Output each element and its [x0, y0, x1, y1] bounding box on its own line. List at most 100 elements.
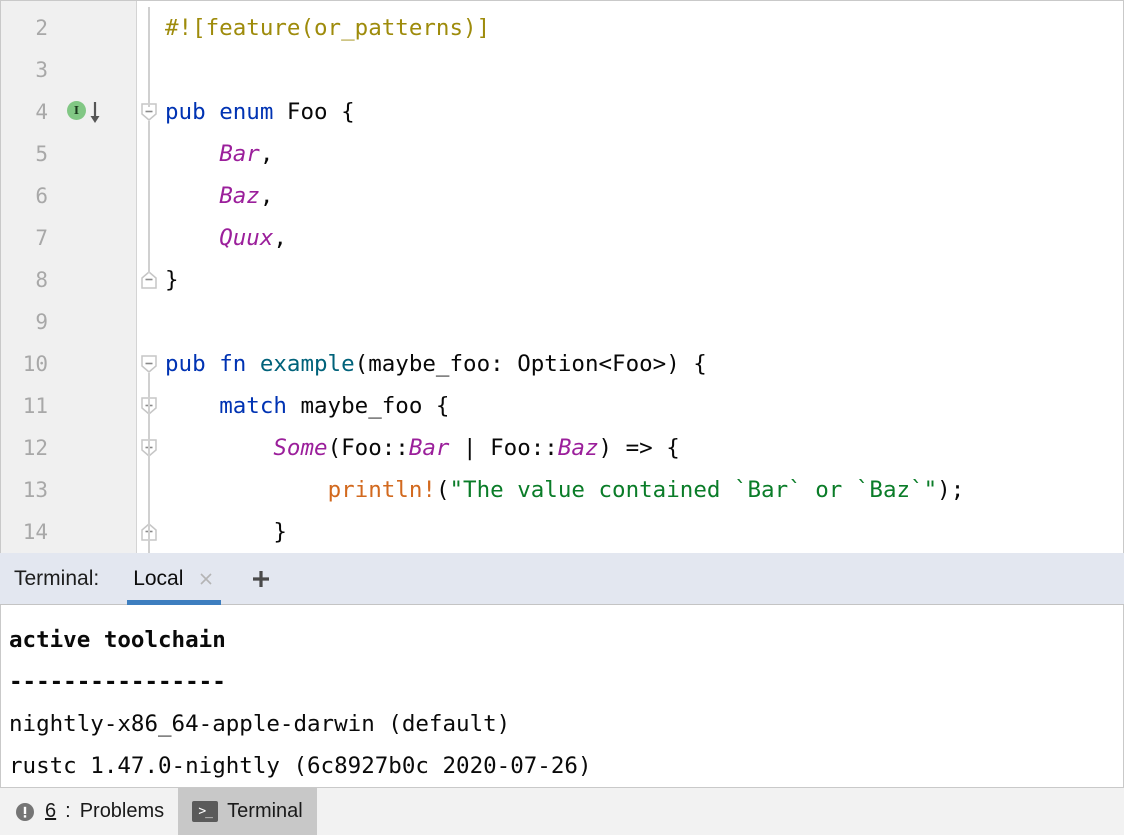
code-line[interactable]: match maybe_foo {: [161, 385, 1123, 427]
gutter-row[interactable]: 9: [1, 301, 136, 343]
ide-window: 2 3 4 I 5 6 7 8 9 10 11 12 13 14 #![feature(or_patter…: [0, 0, 1124, 835]
code-line[interactable]: }: [161, 511, 1123, 553]
terminal-output-line: ----------------: [9, 669, 226, 695]
fold-guide-line: [148, 7, 150, 107]
code-token-macro: println!: [327, 477, 436, 503]
code-line[interactable]: #![feature(or_patterns)]: [161, 7, 1123, 49]
terminal-output[interactable]: active toolchain ---------------- nightly-…: [0, 605, 1124, 787]
code-token-enumv: Bar: [219, 141, 260, 167]
gutter-row[interactable]: 14: [1, 511, 136, 553]
line-number: 13: [22, 478, 48, 502]
line-number: 12: [22, 436, 48, 460]
code-line[interactable]: Some(Foo::Bar | Foo::Baz) => {: [161, 427, 1123, 469]
status-bar-item-problems[interactable]: 6: Problems: [0, 788, 178, 835]
terminal-tab-label: Local: [133, 566, 184, 590]
code-token-plain: }: [165, 519, 287, 545]
gutter-row[interactable]: 11: [1, 385, 136, 427]
problems-count: 6: [45, 800, 57, 822]
code-folding-gutter[interactable]: [137, 1, 161, 553]
code-token-kw: pub: [165, 351, 220, 377]
code-token-enumv: Baz: [557, 435, 599, 461]
gutter-row[interactable]: 10: [1, 343, 136, 385]
terminal-icon: >_: [192, 801, 219, 822]
status-bar: 6: Problems >_ Terminal: [0, 787, 1124, 835]
arrow-down-icon: [88, 100, 102, 126]
terminal-output-line: nightly-x86_64-apple-darwin (default): [9, 711, 511, 737]
terminal-tab-local[interactable]: Local: [127, 553, 222, 605]
code-line[interactable]: pub fn example(maybe_foo: Option<Foo>) {: [161, 343, 1123, 385]
gutter-row[interactable]: 7: [1, 217, 136, 259]
gutter-row[interactable]: 6: [1, 175, 136, 217]
code-token-str: "The value contained `Bar` or `Baz`": [449, 477, 938, 503]
fold-collapse-icon[interactable]: [139, 353, 159, 375]
gutter-row[interactable]: 5: [1, 133, 136, 175]
code-token-plain: (maybe_foo: Option<Foo>) {: [354, 351, 707, 377]
code-line[interactable]: [161, 49, 1123, 91]
gutter-row[interactable]: 12: [1, 427, 136, 469]
code-token-attr: #![feature(or_patterns)]: [165, 15, 491, 41]
close-icon[interactable]: [197, 570, 215, 588]
implementation-marker-icon[interactable]: I: [67, 101, 100, 123]
code-token-kw: fn: [219, 351, 260, 377]
code-token-fname: example: [259, 351, 355, 377]
line-number: 8: [35, 268, 48, 292]
terminal-tool-window-header: Terminal: Local: [0, 553, 1124, 605]
code-line[interactable]: println!("The value contained `Bar` or `…: [161, 469, 1123, 511]
code-line[interactable]: [161, 301, 1123, 343]
code-token-kw: enum: [219, 99, 287, 125]
line-number: 6: [35, 184, 48, 208]
code-line[interactable]: }: [161, 259, 1123, 301]
terminal-output-line: active toolchain: [9, 627, 226, 653]
line-number: 14: [22, 520, 48, 544]
code-token-plain: ,: [259, 141, 274, 167]
code-token-enumv: Bar: [408, 435, 450, 461]
code-token-plain: ) => {: [598, 435, 680, 461]
code-editor[interactable]: 2 3 4 I 5 6 7 8 9 10 11 12 13 14 #![feature(or_patter…: [0, 0, 1124, 553]
line-number: 7: [35, 226, 48, 250]
code-text-area[interactable]: #![feature(or_patterns)] pub enum Foo { …: [161, 1, 1123, 553]
line-number: 3: [35, 58, 48, 82]
gutter-row[interactable]: 2: [1, 7, 136, 49]
line-number: 2: [35, 16, 48, 40]
code-token-enumv: Quux: [219, 225, 274, 251]
implemented-badge: I: [67, 101, 86, 120]
code-line[interactable]: Quux,: [161, 217, 1123, 259]
code-token-plain: maybe_foo {: [286, 393, 450, 419]
code-token-enumv: Baz: [219, 183, 260, 209]
line-number: 9: [35, 310, 48, 334]
fold-guide-line: [148, 121, 150, 273]
code-line[interactable]: pub enum Foo {: [161, 91, 1123, 133]
problems-separator: :: [65, 800, 71, 822]
code-token-plain: (: [435, 477, 450, 503]
gutter-row[interactable]: 8: [1, 259, 136, 301]
gutter-row[interactable]: 4I: [1, 91, 136, 133]
code-line[interactable]: Bar,: [161, 133, 1123, 175]
code-line[interactable]: Baz,: [161, 175, 1123, 217]
line-number-gutter[interactable]: 2 3 4 I 5 6 7 8 9 10 11 12 13 14: [1, 1, 137, 553]
error-icon: [14, 801, 36, 823]
code-token-plain: ,: [259, 183, 274, 209]
code-token-plain: ,: [273, 225, 287, 251]
gutter-row[interactable]: 3: [1, 49, 136, 91]
active-tab-indicator: [127, 599, 222, 605]
gutter-row[interactable]: 13: [1, 469, 136, 511]
status-bar-item-terminal[interactable]: >_ Terminal: [178, 788, 317, 835]
code-token-plain: (Foo::: [327, 435, 409, 461]
code-token-kw: match: [219, 393, 287, 419]
code-token-plain: Foo {: [286, 99, 355, 125]
code-token-enumv: Some: [273, 435, 328, 461]
line-number: 11: [22, 394, 48, 418]
terminal-output-line: rustc 1.47.0-nightly (6c8927b0c 2020-07-…: [9, 753, 592, 779]
line-number: 4: [35, 100, 48, 124]
code-token-plain: );: [937, 477, 965, 503]
add-terminal-tab-icon[interactable]: [249, 567, 273, 591]
code-token-plain: }: [165, 267, 179, 293]
terminal-status-label: Terminal: [227, 800, 303, 822]
line-number: 5: [35, 142, 48, 166]
fold-guide-line: [148, 373, 150, 553]
